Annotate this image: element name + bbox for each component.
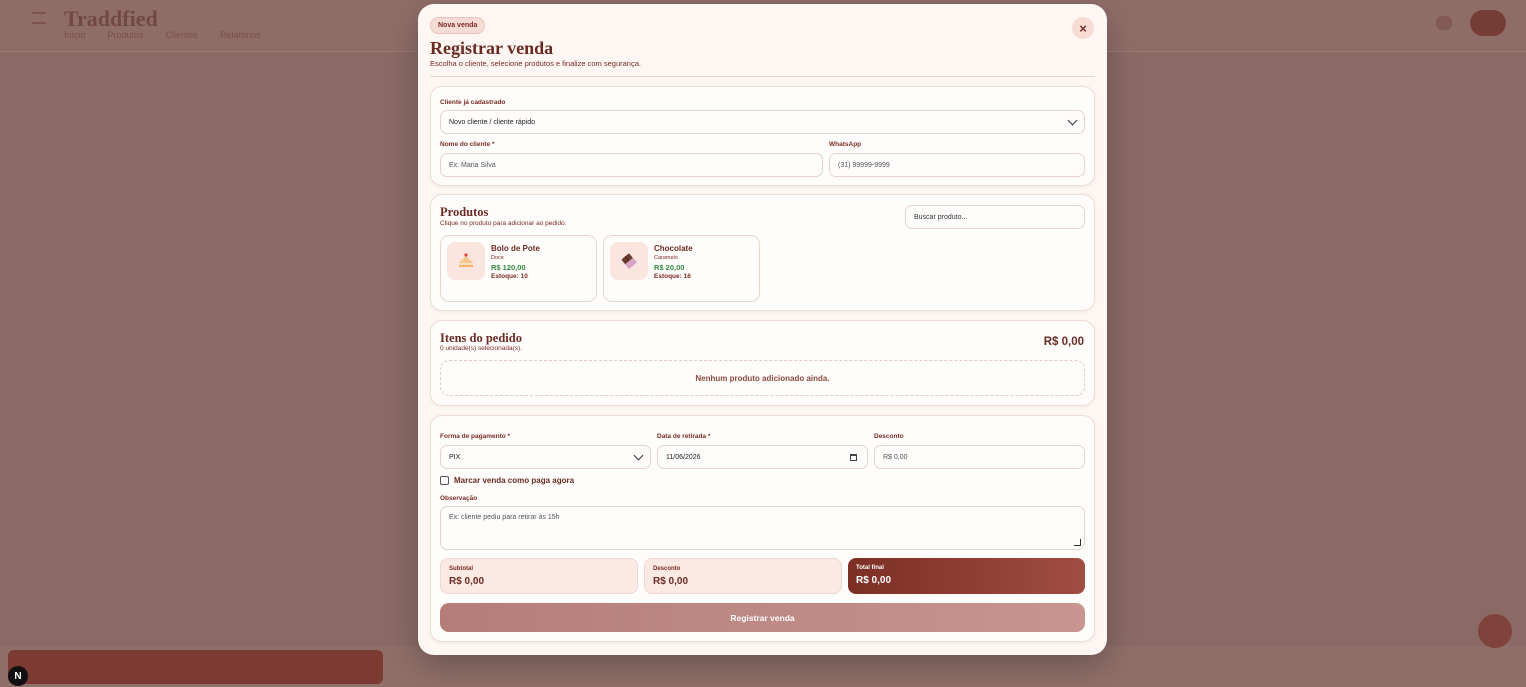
nav-item: Relatórios xyxy=(220,30,261,40)
existing-client-value: Novo cliente / cliente rápido xyxy=(449,118,535,126)
discount-summary-value: R$ 0,00 xyxy=(653,576,689,587)
pickup-date-input[interactable]: 11/06/2026 xyxy=(657,445,868,469)
products-title: Produtos xyxy=(440,205,489,219)
cake-icon xyxy=(447,242,485,280)
client-card: Cliente já cadastrado Novo cliente / cli… xyxy=(430,86,1095,186)
subtotal-box: Subtotal R$ 0,00 xyxy=(440,558,638,594)
client-name-label: Nome do cliente * xyxy=(440,141,495,148)
order-subtitle: 0 unidade(s) selecionada(s). xyxy=(440,345,523,352)
pickup-date-label: Data de retirada * xyxy=(657,433,711,440)
paid-now-checkbox[interactable] xyxy=(440,476,449,485)
discount-input[interactable]: R$ 0,00 xyxy=(874,445,1085,469)
products-subtitle: Clique no produto para adicionar ao pedi… xyxy=(440,220,567,227)
chocolate-icon xyxy=(610,242,648,280)
order-items-card: Itens do pedido 0 unidade(s) selecionada… xyxy=(430,320,1095,406)
product-name: Chocolate xyxy=(654,244,693,253)
existing-client-select[interactable]: Novo cliente / cliente rápido xyxy=(440,110,1085,134)
client-name-placeholder: Ex: Maria Silva xyxy=(449,161,496,169)
paid-now-label[interactable]: Marcar venda como paga agora xyxy=(454,476,574,485)
products-card: Produtos Clique no produto para adiciona… xyxy=(430,194,1095,311)
order-title: Itens do pedido xyxy=(440,331,522,345)
product-card[interactable]: Chocolate Caramelo R$ 20,00 Estoque: 16 xyxy=(603,235,760,302)
register-sale-button[interactable]: Registrar venda xyxy=(440,603,1085,632)
whatsapp-label: WhatsApp xyxy=(829,141,862,148)
final-total-box: Total final R$ 0,00 xyxy=(848,558,1085,594)
chevron-down-icon xyxy=(633,450,644,461)
payment-method-label: Forma de pagamento * xyxy=(440,433,511,440)
discount-summary-label: Desconto xyxy=(653,566,681,572)
product-category: Caramelo xyxy=(654,255,678,261)
note-textarea[interactable]: Ex: cliente pediu para retirar às 15h xyxy=(440,506,1085,550)
product-stock: Estoque: 16 xyxy=(654,273,691,280)
product-search-input[interactable]: Buscar produto... xyxy=(905,205,1085,229)
note-placeholder: Ex: cliente pediu para retirar às 15h xyxy=(449,514,560,521)
discount-placeholder: R$ 0,00 xyxy=(883,453,908,461)
calendar-icon[interactable] xyxy=(850,454,857,461)
app-logo: Traddfied xyxy=(64,6,158,31)
floating-action-button xyxy=(1478,614,1512,648)
new-sale-modal: Nova venda × Registrar venda Escolha o c… xyxy=(418,4,1107,655)
product-price: R$ 20,00 xyxy=(654,263,685,272)
nav-item: Produtos xyxy=(107,30,144,40)
order-total: R$ 0,00 xyxy=(1043,336,1084,348)
background-nav: Início Produtos Clientes Relatórios xyxy=(64,30,261,40)
close-icon: × xyxy=(1079,20,1087,36)
payment-card: Forma de pagamento * PIX Data de retirad… xyxy=(430,415,1095,642)
nextjs-icon[interactable]: N xyxy=(8,666,28,686)
payment-method-select[interactable]: PIX xyxy=(440,445,651,469)
subtotal-value: R$ 0,00 xyxy=(449,576,485,587)
empty-order-message: Nenhum produto adicionado ainda. xyxy=(440,360,1085,396)
bottom-nav-active-item xyxy=(8,650,383,684)
discount-summary-box: Desconto R$ 0,00 xyxy=(644,558,842,594)
final-total-value: R$ 0,00 xyxy=(856,575,892,586)
nav-item: Início xyxy=(64,30,86,40)
product-price: R$ 120,00 xyxy=(491,263,526,272)
menu-icon xyxy=(32,12,46,24)
product-search-placeholder: Buscar produto... xyxy=(914,213,968,221)
final-total-label: Total final xyxy=(856,565,884,571)
close-button[interactable]: × xyxy=(1072,17,1094,39)
whatsapp-placeholder: (31) 99999-9999 xyxy=(838,161,890,169)
existing-client-label: Cliente já cadastrado xyxy=(440,99,506,106)
divider xyxy=(430,76,1095,77)
whatsapp-input[interactable]: (31) 99999-9999 xyxy=(829,153,1085,177)
modal-subtitle: Escolha o cliente, selecione produtos e … xyxy=(430,59,641,68)
product-stock: Estoque: 10 xyxy=(491,273,528,280)
payment-method-value: PIX xyxy=(449,453,461,461)
modal-badge: Nova venda xyxy=(430,17,486,34)
product-card[interactable]: Bolo de Pote Doce R$ 120,00 Estoque: 10 xyxy=(440,235,597,302)
resize-handle-icon[interactable] xyxy=(1074,539,1081,546)
product-name: Bolo de Pote xyxy=(491,244,540,253)
note-label: Observação xyxy=(440,495,478,502)
notification-icon xyxy=(1436,16,1452,30)
avatar xyxy=(1470,10,1506,36)
discount-label: Desconto xyxy=(874,433,904,440)
chevron-down-icon xyxy=(1067,115,1078,126)
client-name-input[interactable]: Ex: Maria Silva xyxy=(440,153,823,177)
product-category: Doce xyxy=(491,255,504,261)
subtotal-label: Subtotal xyxy=(449,566,473,572)
nav-item: Clientes xyxy=(165,30,199,40)
pickup-date-value: 11/06/2026 xyxy=(666,453,701,461)
modal-title: Registrar venda xyxy=(430,38,554,58)
